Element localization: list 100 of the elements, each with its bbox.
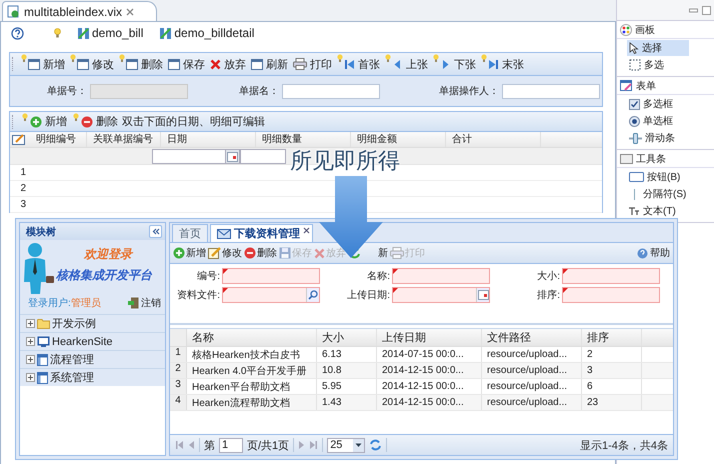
table-cell: Hearken流程帮助文档 <box>187 395 317 410</box>
page-number-field[interactable]: 1 <box>219 438 243 452</box>
edit-grid-icon <box>12 134 26 145</box>
toolbar-button[interactable]: 打印 <box>293 56 332 72</box>
table-link[interactable]: demo_billdetail <box>159 26 254 40</box>
form-icon <box>620 80 633 92</box>
help-button[interactable]: 帮助 <box>637 246 670 260</box>
window-icon <box>37 372 48 384</box>
calendar-icon <box>227 152 238 162</box>
logout-link[interactable]: 注销 <box>128 296 161 310</box>
table-cell: 5.95 <box>317 379 377 394</box>
column-header[interactable]: 名称 <box>187 329 317 346</box>
toolbar-button[interactable]: 新增 <box>30 114 67 129</box>
tree-item[interactable]: HearkenSite <box>20 332 165 350</box>
palette-item[interactable]: 文本(T) <box>627 203 689 219</box>
row-number: 4 <box>170 395 187 410</box>
palette-item[interactable]: 多选框 <box>627 96 689 112</box>
toolbar-button[interactable]: 保存 <box>168 56 205 72</box>
input-field[interactable] <box>392 268 490 284</box>
input-field[interactable] <box>562 268 660 284</box>
user-label: 登录用户: <box>28 296 71 310</box>
expander-icon[interactable] <box>26 319 35 328</box>
page-tab[interactable]: 首页 <box>172 224 208 242</box>
tree-item[interactable]: 开发示例 <box>20 314 165 332</box>
toolbar-button[interactable]: 修改 <box>208 246 242 260</box>
input-field[interactable] <box>222 287 320 303</box>
printer-icon <box>293 58 307 70</box>
toolbar-icon <box>620 154 633 164</box>
refresh-icon[interactable] <box>369 439 382 451</box>
minus-icon <box>244 247 256 259</box>
palette-section-header[interactable]: 表单 <box>617 77 714 95</box>
toolbar-button[interactable]: 新增 <box>173 246 206 260</box>
toolbar-button[interactable]: 刷新 <box>251 56 288 72</box>
input-field[interactable] <box>562 287 660 303</box>
input-field[interactable] <box>90 84 188 98</box>
bulb-icon <box>54 28 61 38</box>
page-count: 页/共1页 <box>247 438 290 452</box>
toolbar-button[interactable]: 新增 <box>28 56 65 72</box>
palette-item[interactable]: 按钮(B) <box>627 169 689 185</box>
help-icon[interactable] <box>11 26 24 40</box>
palette-item[interactable]: 多选 <box>627 57 689 73</box>
palette-section-header[interactable]: 工具条 <box>617 150 714 168</box>
close-icon[interactable] <box>303 227 310 234</box>
table-cell: 10.8 <box>317 363 377 378</box>
panel-title: 模块树 <box>26 226 56 238</box>
toolbar-button[interactable]: 修改 <box>77 56 114 72</box>
expander-icon[interactable] <box>26 373 35 382</box>
column-header[interactable]: 文件路径 <box>482 329 582 346</box>
date-field[interactable] <box>152 149 240 164</box>
palette-item[interactable]: 滑动条 <box>627 130 689 146</box>
input-field[interactable] <box>282 84 380 98</box>
tree-item[interactable]: 系统管理 <box>20 368 165 386</box>
file-tab[interactable]: multitableindex.vix <box>2 1 158 21</box>
toolbar-button[interactable]: 删除 <box>244 246 277 260</box>
nav-arrow-icon <box>488 58 499 70</box>
toolbar-button[interactable]: 首张 <box>344 56 380 72</box>
toolbar-button[interactable]: 下张 <box>440 56 476 72</box>
palette-item[interactable]: 分隔符(S) <box>627 186 689 202</box>
input-field[interactable] <box>502 84 600 98</box>
input-field[interactable] <box>240 149 286 164</box>
input-field[interactable] <box>392 287 490 303</box>
page-size-select[interactable]: 25 <box>327 438 366 452</box>
page-tab[interactable]: 下载资料管理 <box>210 224 313 242</box>
plus-icon <box>30 116 42 128</box>
bulb-icon <box>73 113 79 121</box>
person-figure <box>22 242 56 294</box>
toolbar-button[interactable]: 放弃 <box>210 56 246 72</box>
last-page-icon[interactable] <box>309 440 318 450</box>
column-header[interactable]: 排序 <box>582 329 642 346</box>
first-page-icon[interactable] <box>175 440 184 450</box>
expander-icon[interactable] <box>26 337 35 346</box>
expander-icon[interactable] <box>26 355 35 364</box>
column-header[interactable]: 大小 <box>317 329 377 346</box>
input-field[interactable] <box>222 268 320 284</box>
column-header[interactable]: 上传日期 <box>377 329 482 346</box>
previous-page-icon[interactable] <box>188 440 195 450</box>
record-summary: 显示1-4条，共4条 <box>580 438 668 452</box>
maximize-icon[interactable] <box>702 6 711 14</box>
palette-item[interactable]: 单选框 <box>627 113 689 129</box>
table-cell: 2014-12-15 00:0... <box>377 379 482 394</box>
close-icon[interactable] <box>126 8 134 16</box>
toolbar-button[interactable]: 删除 <box>81 114 118 129</box>
table-cell: Hearken平台帮助文档 <box>187 379 317 394</box>
palette-section-header[interactable]: 画板 <box>617 21 714 39</box>
collapse-button[interactable] <box>149 225 162 238</box>
cross-icon <box>210 58 221 70</box>
toolbar-button[interactable]: 删除 <box>126 56 163 72</box>
floppy-icon <box>279 247 291 259</box>
row-number: 1 <box>19 167 26 178</box>
palette-item[interactable]: 选择 <box>627 40 689 56</box>
next-page-icon[interactable] <box>298 440 306 450</box>
table-cell: 核格Hearken技术白皮书 <box>187 347 317 362</box>
window-icon <box>251 58 263 70</box>
tree-item[interactable]: 流程管理 <box>20 350 165 368</box>
table-cell: 2014-12-15 00:0... <box>377 395 482 410</box>
toolbar-button[interactable]: 上张 <box>392 56 428 72</box>
toolbar-button[interactable]: 末张 <box>488 56 524 72</box>
nav-arrow-icon <box>392 58 403 70</box>
table-link[interactable]: demo_bill <box>77 26 144 40</box>
column-header: 关联单据编号 <box>87 132 161 147</box>
